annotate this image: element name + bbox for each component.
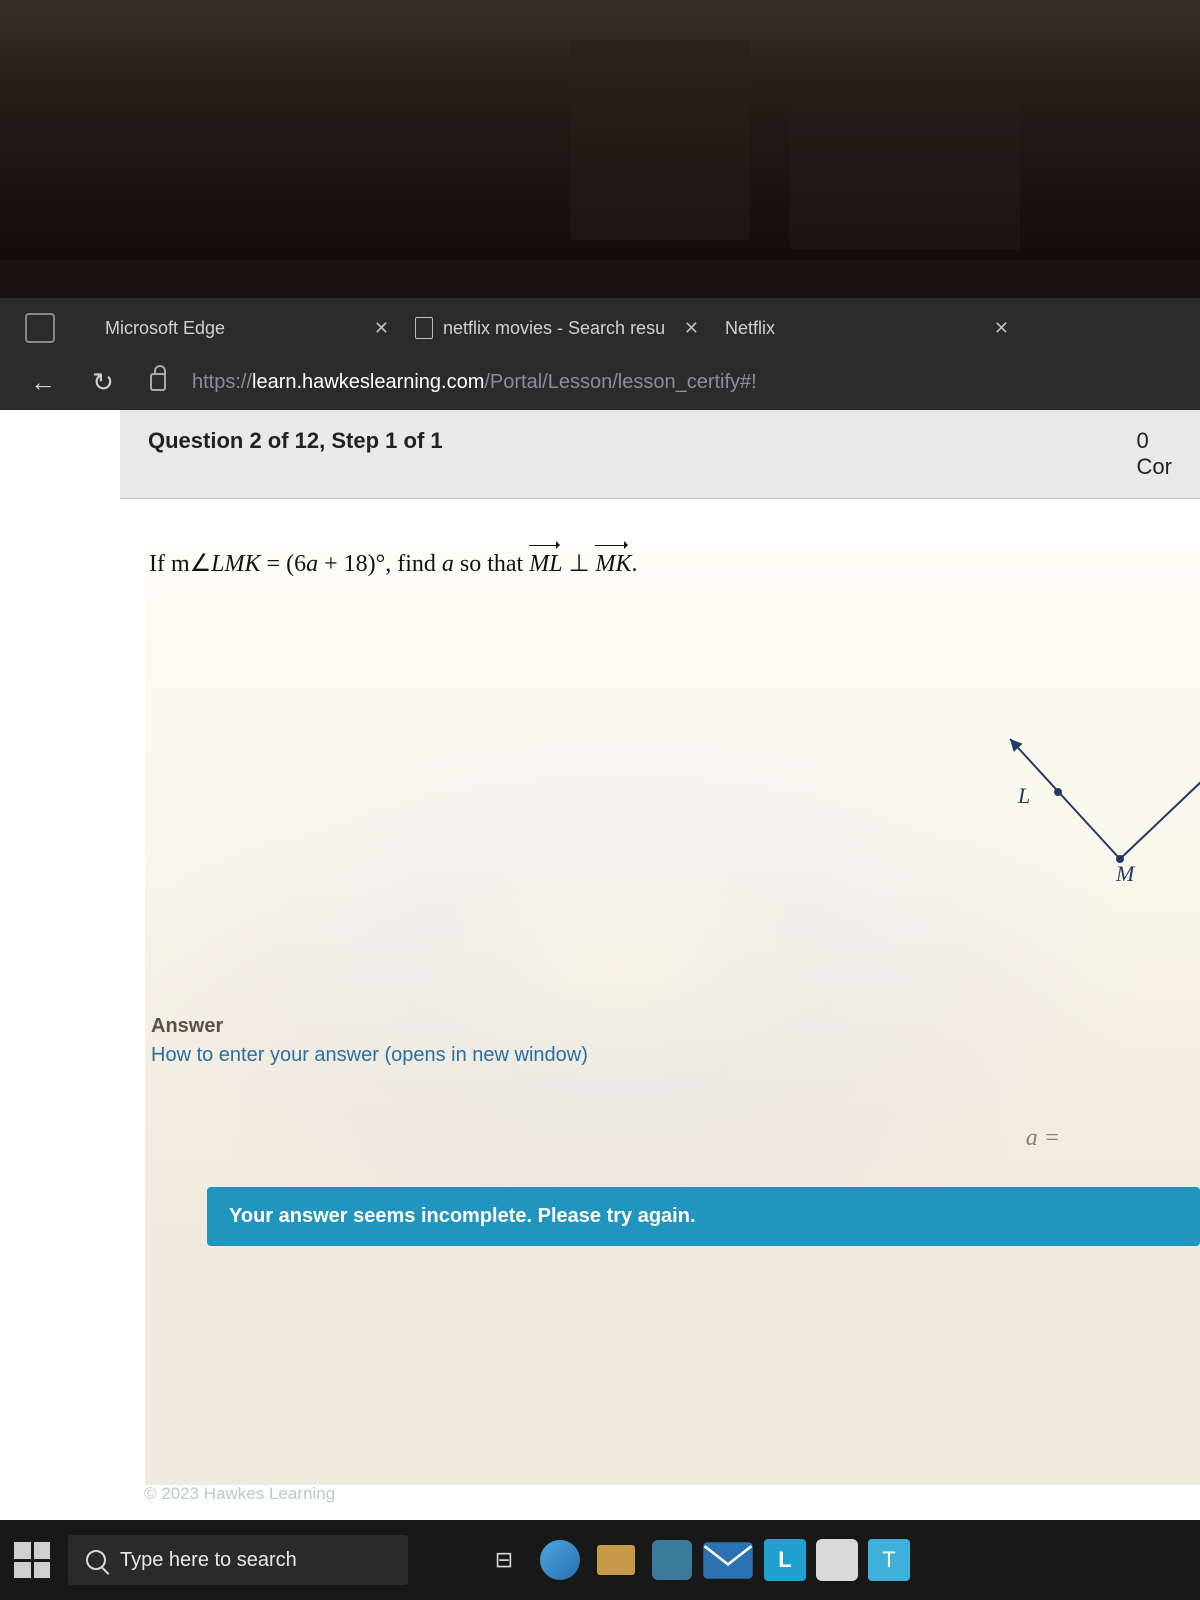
app-T-icon[interactable]: T: [868, 1539, 910, 1581]
mail-icon[interactable]: [702, 1534, 754, 1586]
close-icon[interactable]: ✕: [678, 318, 705, 339]
tab-label: Netflix: [725, 318, 775, 339]
tab-edge[interactable]: Microsoft Edge ✕: [95, 302, 405, 354]
tab-search[interactable]: netflix movies - Search resu ✕: [405, 302, 715, 354]
desk-background: [0, 0, 1200, 260]
search-placeholder: Type here to search: [120, 1549, 297, 1572]
tab-netflix[interactable]: Netflix ✕: [715, 302, 1025, 354]
address-bar: ← ↻ https://learn.hawkeslearning.com/Por…: [0, 354, 1200, 410]
app-pet-icon[interactable]: [816, 1539, 858, 1581]
answer-section: Answer How to enter your answer (opens i…: [151, 1015, 1200, 1246]
browser-chrome: Microsoft Edge ✕ netflix movies - Search…: [0, 298, 1200, 410]
search-icon: [86, 1550, 106, 1570]
question-header-bar: Question 2 of 12, Step 1 of 1 0 Cor: [120, 410, 1200, 499]
taskbar-search[interactable]: Type here to search: [68, 1535, 408, 1585]
copyright-text: © 2023 Hawkes Learning: [144, 1484, 335, 1504]
tab-label: netflix movies - Search resu: [443, 318, 665, 339]
url-field[interactable]: https://learn.hawkeslearning.com/Portal/…: [192, 371, 1170, 394]
lock-icon[interactable]: [150, 373, 166, 391]
question-prompt: If m∠LMK = (6a + 18)°, find a so that ML…: [145, 545, 1180, 578]
store-icon[interactable]: [652, 1540, 692, 1580]
tab-strip: Microsoft Edge ✕ netflix movies - Search…: [0, 302, 1200, 354]
refresh-icon[interactable]: ↻: [90, 367, 116, 398]
app-L-icon[interactable]: L: [764, 1539, 806, 1581]
answer-error-banner: Your answer seems incomplete. Please try…: [207, 1187, 1200, 1246]
close-icon[interactable]: ✕: [368, 318, 395, 339]
angle-diagram: L M: [990, 719, 1200, 919]
question-status: 0 Cor: [1137, 428, 1172, 480]
question-body: If m∠LMK = (6a + 18)°, find a so that ML…: [145, 545, 1200, 1485]
vertex-label-L: L: [1018, 783, 1030, 809]
answer-help-link[interactable]: How to enter your answer (opens in new w…: [151, 1044, 1200, 1067]
page-content: Question 2 of 12, Step 1 of 1 0 Cor If m…: [0, 410, 1200, 1520]
cortana-icon[interactable]: [540, 1540, 580, 1580]
windows-taskbar: Type here to search ⊟ L T: [0, 1520, 1200, 1600]
tab-label: Microsoft Edge: [105, 318, 225, 339]
question-counter: Question 2 of 12, Step 1 of 1: [148, 428, 443, 480]
page-icon: [415, 317, 433, 339]
tab-overview-icon[interactable]: [25, 313, 55, 343]
close-icon[interactable]: ✕: [988, 318, 1015, 339]
answer-heading: Answer: [151, 1015, 1200, 1038]
start-icon[interactable]: [14, 1542, 50, 1578]
vertex-label-M: M: [1116, 861, 1134, 887]
task-view-icon[interactable]: ⊟: [478, 1534, 530, 1586]
back-icon[interactable]: ←: [30, 367, 56, 398]
answer-variable-label: a =: [1026, 1125, 1060, 1152]
file-explorer-icon[interactable]: [590, 1534, 642, 1586]
